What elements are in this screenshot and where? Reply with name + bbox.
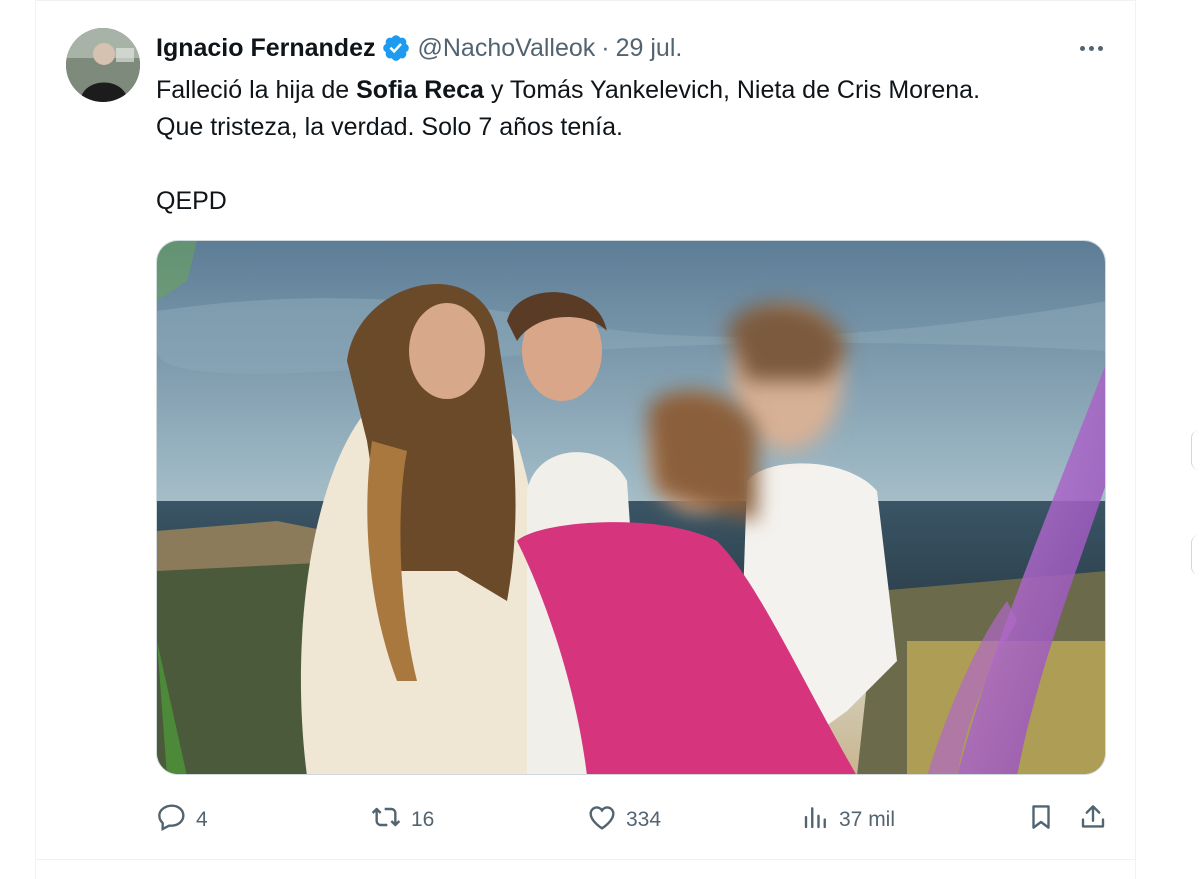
tweet-text-line-1: Falleció la hija de Sofia Reca y Tomás Y… [156,72,1116,109]
like-button[interactable]: 334 [586,800,661,840]
views-chart-icon [801,801,839,839]
text-segment: y Tomás Yankelevich, Nieta de Cris Moren… [483,76,981,104]
reply-icon [156,801,196,839]
tweet-text-line-3: QEPD [156,187,227,215]
tweet-text: Falleció la hija de Sofia Reca y Tomás Y… [156,72,1116,220]
tweet-date[interactable]: 29 jul. [616,34,683,63]
views-button[interactable]: 37 mil [801,800,895,840]
reply-button[interactable]: 4 [156,800,208,840]
tweet-header: Ignacio Fernandez @NachoValleok · 29 jul… [156,30,682,66]
tweet-card[interactable]: Ignacio Fernandez @NachoValleok · 29 jul… [36,0,1135,860]
share-button[interactable] [1078,800,1116,840]
avatar[interactable] [66,28,140,102]
separator-dot: · [601,33,610,62]
author-handle[interactable]: @NachoValleok [417,34,595,63]
retweet-count: 16 [411,808,435,831]
sidebar-card-edge [1191,535,1200,575]
views-count: 37 mil [839,808,896,831]
bookmark-button[interactable] [1026,800,1064,840]
author-name[interactable]: Ignacio Fernandez [156,34,375,63]
share-icon [1078,801,1116,839]
retweet-button[interactable]: 16 [369,800,434,840]
verified-badge-icon [381,33,411,63]
timeline-column: Ignacio Fernandez @NachoValleok · 29 jul… [35,0,1136,879]
heart-icon [586,801,626,839]
text-bold-name: Sofia Reca [356,76,484,104]
tweet-photo[interactable] [156,240,1106,775]
bookmark-icon [1026,801,1064,839]
text-segment: Falleció la hija de [156,76,357,104]
more-options-icon[interactable] [1071,33,1111,63]
tweet-actions: 4 16 334 37 mil [156,800,1111,840]
retweet-icon [369,801,411,839]
tweet-text-line-2: Que tristeza, la verdad. Solo 7 años ten… [156,113,623,141]
divider [36,0,1135,1]
like-count: 334 [626,808,662,831]
sidebar-card-edge [1191,430,1200,470]
reply-count: 4 [196,808,208,831]
right-sidebar-edge [1188,0,1200,879]
